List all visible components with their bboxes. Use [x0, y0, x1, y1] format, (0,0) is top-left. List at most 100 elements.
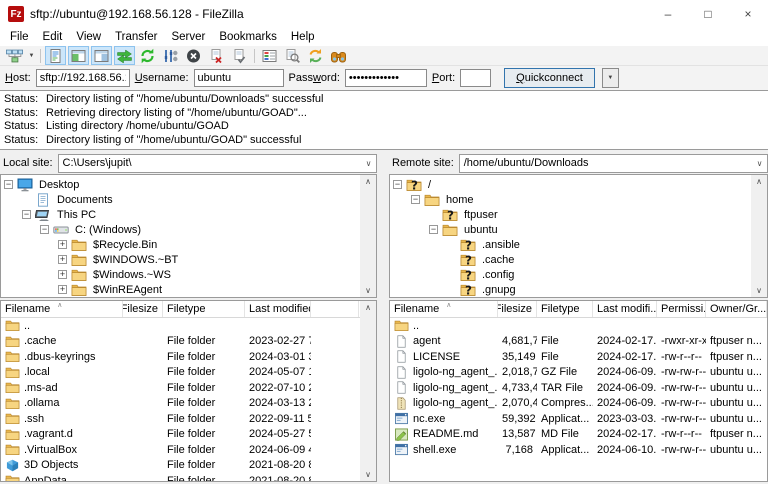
- expand-icon[interactable]: +: [58, 255, 67, 264]
- menu-edit[interactable]: Edit: [36, 30, 70, 44]
- file-row[interactable]: ligolo-ng_agent_...4,733,440TAR File2024…: [390, 380, 767, 396]
- close-button[interactable]: ×: [728, 0, 768, 28]
- collapse-icon[interactable]: −: [22, 210, 31, 219]
- tree-item[interactable]: Documents: [1, 192, 360, 207]
- tree-item[interactable]: −home: [390, 192, 751, 207]
- host-input[interactable]: [36, 69, 130, 87]
- tree-item[interactable]: ?ftpuser: [390, 207, 751, 222]
- collapse-icon[interactable]: −: [40, 225, 49, 234]
- tree-item[interactable]: ?.gnupg: [390, 282, 751, 297]
- file-row[interactable]: AppDataFile folder2021-08-20 8:4...: [1, 473, 360, 481]
- toggle-log-button[interactable]: [45, 46, 66, 65]
- file-row[interactable]: agent4,681,728File2024-02-17...-rwxr-xr-…: [390, 334, 767, 350]
- column-header-filesize[interactable]: Filesize: [123, 301, 163, 317]
- scroll-up-icon[interactable]: ∧: [756, 177, 762, 186]
- tree-item[interactable]: ?.cache: [390, 252, 751, 267]
- file-row[interactable]: 3D ObjectsFile folder2021-08-20 8:5...: [1, 458, 360, 474]
- toggle-remote-tree-button[interactable]: [91, 46, 112, 65]
- expand-icon[interactable]: +: [58, 270, 67, 279]
- tree-item[interactable]: +$WINDOWS.~BT: [1, 252, 360, 267]
- file-row[interactable]: ..: [390, 318, 767, 334]
- collapse-icon[interactable]: −: [411, 195, 420, 204]
- menu-view[interactable]: View: [69, 30, 108, 44]
- reconnect-button[interactable]: [229, 46, 250, 65]
- file-row[interactable]: .VirtualBoxFile folder2024-06-09 4:3...: [1, 442, 360, 458]
- cancel-button[interactable]: [183, 46, 204, 65]
- file-row[interactable]: ..: [1, 318, 360, 334]
- scroll-up-icon[interactable]: ∧: [365, 177, 371, 186]
- tree-item[interactable]: −This PC: [1, 207, 360, 222]
- sync-browse-button[interactable]: [305, 46, 326, 65]
- file-row[interactable]: .dbus-keyringsFile folder2024-03-01 3:1.…: [1, 349, 360, 365]
- quickconnect-dropdown[interactable]: ▼: [602, 68, 619, 88]
- collapse-icon[interactable]: −: [393, 180, 402, 189]
- menu-transfer[interactable]: Transfer: [108, 30, 164, 44]
- local-tree-scrollbar[interactable]: ∧ ∨: [360, 175, 376, 297]
- column-header-permissi[interactable]: Permissi...: [657, 301, 706, 317]
- file-row[interactable]: README.md13,587MD File2024-02-17...-rw-r…: [390, 427, 767, 443]
- panel-splitter[interactable]: [377, 152, 389, 482]
- column-header-filename[interactable]: Filename∧: [390, 301, 498, 317]
- username-input[interactable]: [194, 69, 284, 87]
- refresh-button[interactable]: [137, 46, 158, 65]
- tree-item[interactable]: +$WinREAgent: [1, 282, 360, 297]
- column-header-filename[interactable]: Filename∧: [1, 301, 123, 317]
- minimize-button[interactable]: –: [648, 0, 688, 28]
- local-site-input[interactable]: C:\Users\jupit\ ∨: [58, 154, 377, 173]
- menu-file[interactable]: File: [3, 30, 36, 44]
- tree-item[interactable]: +$Recycle.Bin: [1, 237, 360, 252]
- column-header-last-modifi[interactable]: Last modifi...: [593, 301, 657, 317]
- file-row[interactable]: .sshFile folder2022-09-11 5:1...: [1, 411, 360, 427]
- column-header-filetype[interactable]: Filetype: [537, 301, 593, 317]
- chevron-down-icon[interactable]: ∨: [361, 159, 376, 168]
- remote-site-input[interactable]: /home/ubuntu/Downloads ∨: [459, 154, 768, 173]
- menu-help[interactable]: Help: [284, 30, 322, 44]
- expand-icon[interactable]: +: [58, 285, 67, 294]
- process-queue-button[interactable]: [160, 46, 181, 65]
- file-row[interactable]: shell.exe7,168Applicat...2024-06-10...-r…: [390, 442, 767, 458]
- quickconnect-button[interactable]: Quickconnect: [504, 68, 595, 88]
- tree-item[interactable]: ?.ansible: [390, 237, 751, 252]
- menu-bookmarks[interactable]: Bookmarks: [212, 30, 284, 44]
- column-header-owner-gr[interactable]: Owner/Gr...: [706, 301, 767, 317]
- file-row[interactable]: .ms-adFile folder2022-07-10 2:4...: [1, 380, 360, 396]
- port-input[interactable]: [460, 69, 491, 87]
- file-row[interactable]: .cacheFile folder2023-02-27 7:3...: [1, 334, 360, 350]
- local-list-scrollbar[interactable]: ∧ ∨: [360, 301, 376, 481]
- file-row[interactable]: .vagrant.dFile folder2024-05-27 5:4...: [1, 427, 360, 443]
- file-row[interactable]: ligolo-ng_agent_...2,070,457Compres...20…: [390, 396, 767, 412]
- filter-button[interactable]: [259, 46, 280, 65]
- tree-item[interactable]: −C: (Windows): [1, 222, 360, 237]
- maximize-button[interactable]: □: [688, 0, 728, 28]
- column-header-last-modified[interactable]: Last modified: [245, 301, 311, 317]
- compare-button[interactable]: [282, 46, 303, 65]
- column-header-filesize[interactable]: Filesize: [498, 301, 537, 317]
- file-row[interactable]: .ollamaFile folder2024-03-13 2:3...: [1, 396, 360, 412]
- tree-item[interactable]: −?/: [390, 177, 751, 192]
- file-row[interactable]: nc.exe59,392Applicat...2023-03-03...-rw-…: [390, 411, 767, 427]
- toggle-queue-button[interactable]: [114, 46, 135, 65]
- chevron-down-icon[interactable]: ∨: [752, 159, 767, 168]
- tree-item[interactable]: −ubuntu: [390, 222, 751, 237]
- scroll-down-icon[interactable]: ∨: [365, 286, 371, 295]
- collapse-icon[interactable]: −: [4, 180, 13, 189]
- find-files-button[interactable]: [328, 46, 349, 65]
- site-manager-button[interactable]: [4, 46, 25, 65]
- tree-item[interactable]: +$Windows.~WS: [1, 267, 360, 282]
- menu-server[interactable]: Server: [164, 30, 212, 44]
- file-row[interactable]: LICENSE35,149File2024-02-17...-rw-r--r--…: [390, 349, 767, 365]
- password-input[interactable]: [345, 69, 427, 87]
- scroll-down-icon[interactable]: ∨: [756, 286, 762, 295]
- toggle-local-tree-button[interactable]: [68, 46, 89, 65]
- site-manager-dropdown[interactable]: ▼: [26, 46, 37, 65]
- scroll-up-icon[interactable]: ∧: [365, 303, 371, 312]
- expand-icon[interactable]: +: [58, 240, 67, 249]
- scroll-down-icon[interactable]: ∨: [365, 470, 371, 479]
- disconnect-button[interactable]: [206, 46, 227, 65]
- file-row[interactable]: .localFile folder2024-05-07 12:...: [1, 365, 360, 381]
- column-header-filetype[interactable]: Filetype: [163, 301, 245, 317]
- file-row[interactable]: ligolo-ng_agent_...2,018,731GZ File2024-…: [390, 365, 767, 381]
- column-header-blank[interactable]: [311, 301, 359, 317]
- collapse-icon[interactable]: −: [429, 225, 438, 234]
- tree-item[interactable]: −Desktop: [1, 177, 360, 192]
